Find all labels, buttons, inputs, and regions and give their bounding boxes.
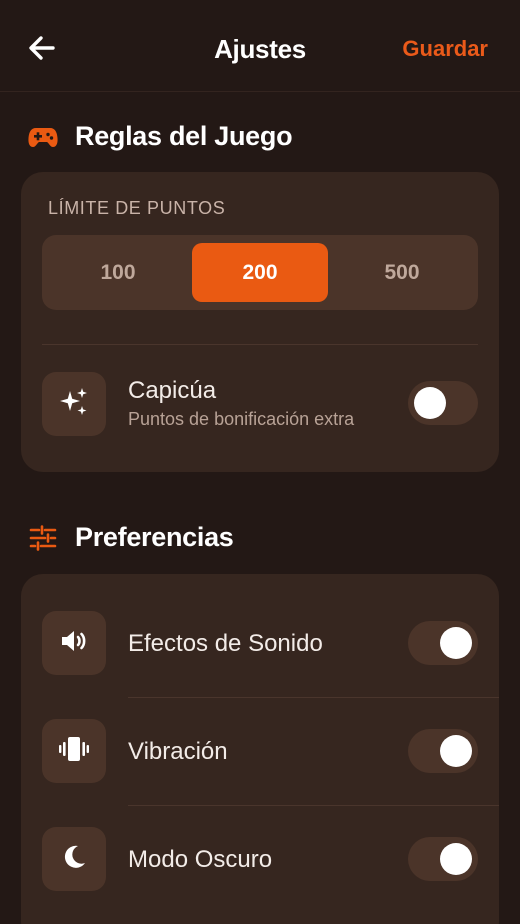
points-limit-label: LÍMITE DE PUNTOS: [48, 198, 226, 218]
vibration-icon-tile: [42, 719, 106, 783]
toggle-knob: [440, 627, 472, 659]
section-header-preferences: Preferencias: [28, 522, 234, 553]
capicua-title: Capicúa: [128, 377, 217, 404]
save-button[interactable]: Guardar: [402, 36, 488, 62]
toggle-knob: [440, 843, 472, 875]
game-rules-card: LÍMITE DE PUNTOS 100 200 500 Capicúa Pun…: [21, 172, 499, 472]
section-title-preferences: Preferencias: [75, 522, 234, 552]
toggle-knob: [440, 735, 472, 767]
preferences-card: Efectos de Sonido Vibración Modo Oscuro: [21, 574, 499, 924]
sound-effects-toggle[interactable]: [408, 621, 478, 665]
sliders-icon: [28, 523, 58, 553]
vibration-toggle[interactable]: [408, 729, 478, 773]
dark-mode-icon-tile: [42, 827, 106, 891]
gamepad-icon: [28, 122, 58, 152]
top-app-bar: Ajustes Guardar: [0, 0, 520, 92]
speaker-icon: [59, 627, 89, 660]
toggle-knob: [414, 387, 446, 419]
section-header-game-rules: Reglas del Juego: [28, 121, 293, 152]
dark-mode-label: Modo Oscuro: [128, 846, 273, 873]
capicua-icon-tile: [42, 372, 106, 436]
sparkles-icon: [58, 386, 90, 423]
dark-mode-toggle[interactable]: [408, 837, 478, 881]
capicua-toggle[interactable]: [408, 381, 478, 425]
sound-effects-label: Efectos de Sonido: [128, 630, 323, 657]
capicua-subtitle: Puntos de bonificación extra: [128, 409, 355, 429]
moon-icon: [60, 843, 88, 876]
divider: [128, 805, 499, 806]
points-limit-selector: 100 200 500: [42, 235, 478, 310]
points-option-500[interactable]: 500: [334, 243, 470, 302]
points-option-200[interactable]: 200: [192, 243, 328, 302]
vibration-icon: [58, 735, 90, 768]
section-title-game-rules: Reglas del Juego: [75, 121, 293, 151]
points-option-100[interactable]: 100: [50, 243, 186, 302]
divider: [42, 344, 478, 345]
divider: [128, 697, 499, 698]
sound-icon-tile: [42, 611, 106, 675]
vibration-label: Vibración: [128, 738, 228, 765]
